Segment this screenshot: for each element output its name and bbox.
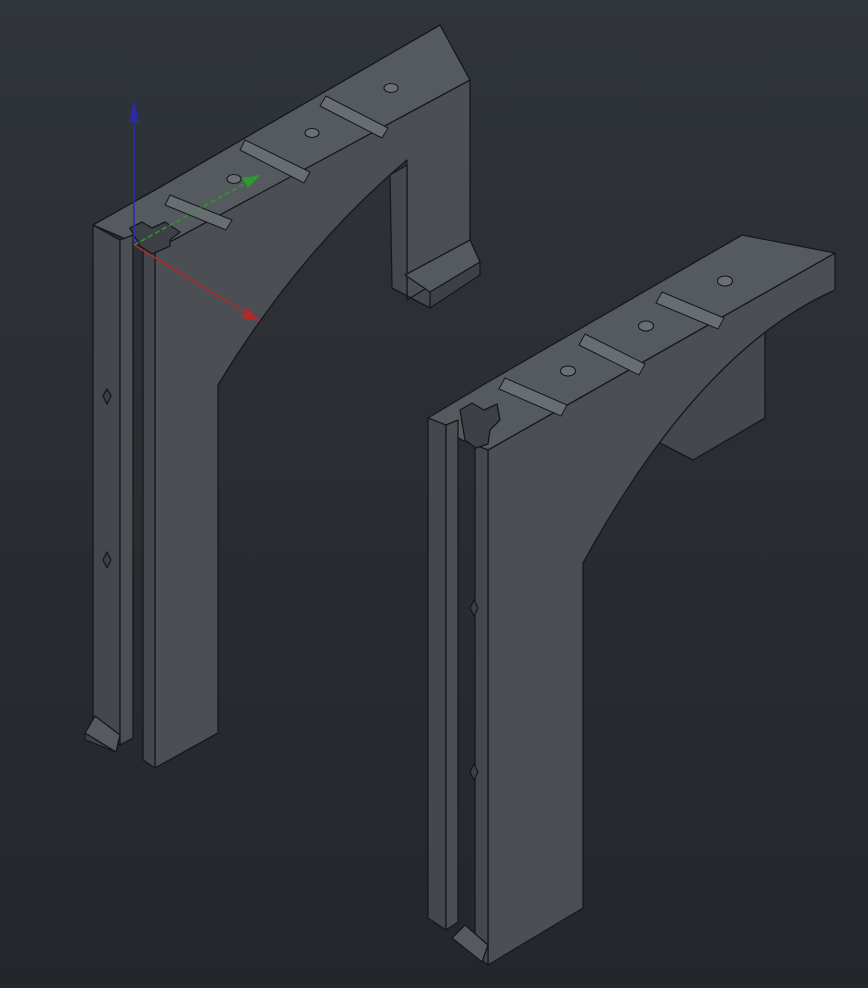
left-bracket-rail [92, 224, 121, 746]
left-bracket-hole-3 [383, 82, 399, 94]
z-axis-arrowhead [129, 100, 139, 122]
right-bracket-hole-3 [716, 275, 734, 287]
right-bracket-hole-1 [559, 365, 577, 377]
3d-viewport[interactable] [0, 0, 868, 988]
right-bracket[interactable] [427, 234, 836, 966]
left-bracket-hole-1 [226, 173, 242, 185]
right-bracket-rail [427, 417, 447, 931]
right-bracket-hole-2 [637, 320, 655, 332]
left-bracket[interactable] [84, 24, 481, 769]
left-bracket-hole-2 [304, 127, 320, 139]
model-scene[interactable] [0, 0, 868, 988]
